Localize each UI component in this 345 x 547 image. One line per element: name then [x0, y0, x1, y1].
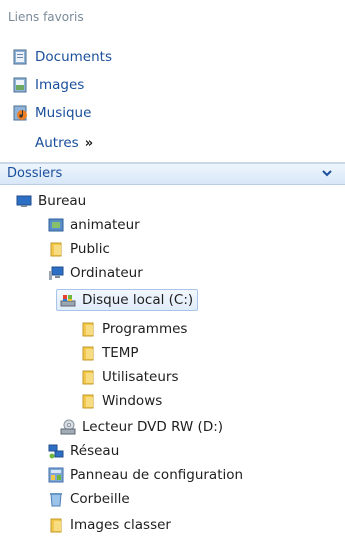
tree-item-label: Réseau	[70, 443, 120, 459]
documents-icon	[13, 49, 27, 65]
tree-item-label: Ordinateur	[70, 265, 143, 281]
tree-item-control-panel[interactable]: Panneau de configuration	[48, 464, 243, 486]
tree-item-label: TEMP	[102, 345, 139, 361]
tree-item-bureau[interactable]: Bureau	[16, 190, 86, 212]
favorite-images[interactable]: Images	[12, 74, 84, 96]
tree-item-corbeille[interactable]: Corbeille	[48, 488, 130, 510]
folder-icon	[82, 322, 94, 337]
tree-item-label: Lecteur DVD RW (D:)	[82, 419, 224, 435]
folder-icon	[82, 346, 94, 361]
desktop-icon	[16, 195, 32, 207]
local-disk-icon	[60, 295, 76, 307]
tree-item-animateur[interactable]: animateur	[48, 214, 140, 236]
tree-item-label: Panneau de configuration	[70, 467, 244, 483]
tree-item-images-classer[interactable]: Images classer	[48, 514, 171, 536]
favorite-label: Musique	[35, 105, 92, 121]
folder-icon	[50, 242, 62, 257]
tree-item-label: Bureau	[38, 193, 87, 209]
chevron-down-icon[interactable]	[321, 167, 333, 179]
folders-header-label: Dossiers	[7, 166, 63, 181]
favorite-label: Images	[35, 77, 85, 93]
tree-item-public[interactable]: Public	[48, 238, 110, 260]
more-label: Autres	[35, 135, 79, 151]
images-icon	[13, 77, 27, 93]
user-folder-icon	[48, 218, 64, 232]
dvd-drive-icon	[60, 419, 76, 435]
favorite-documents[interactable]: Documents	[12, 46, 112, 68]
folder-icon	[82, 394, 94, 409]
favorites-more-link[interactable]: Autres »	[35, 133, 93, 153]
tree-item-label: Images classer	[70, 517, 171, 533]
tree-item-label: Windows	[102, 393, 163, 409]
folder-icon	[82, 370, 94, 385]
folders-header-bar[interactable]: Dossiers	[0, 163, 345, 185]
tree-item-ordinateur[interactable]: Ordinateur	[48, 262, 143, 284]
tree-item-temp[interactable]: TEMP	[80, 342, 139, 364]
recycle-bin-icon	[50, 493, 62, 507]
tree-item-local-disk[interactable]: Disque local (C:)	[56, 289, 199, 311]
tree-item-label: Public	[70, 241, 110, 257]
control-panel-icon	[48, 467, 64, 483]
favorite-music[interactable]: Musique	[12, 102, 91, 124]
tree-item-windows[interactable]: Windows	[80, 390, 162, 412]
tree-item-label: animateur	[70, 217, 140, 233]
folder-icon	[50, 518, 62, 533]
tree-item-label: Programmes	[102, 321, 188, 337]
tree-item-label: Utilisateurs	[102, 369, 179, 385]
tree-item-label: Disque local (C:)	[82, 292, 194, 308]
tree-item-programmes[interactable]: Programmes	[80, 318, 187, 340]
double-chevron-right-icon: »	[84, 135, 94, 151]
tree-item-utilisateurs[interactable]: Utilisateurs	[80, 366, 178, 388]
tree-item-dvd-drive[interactable]: Lecteur DVD RW (D:)	[60, 416, 223, 438]
tree-item-reseau[interactable]: Réseau	[48, 440, 119, 462]
tree-item-label: Corbeille	[70, 491, 130, 507]
favorite-label: Documents	[35, 49, 112, 65]
favorites-header: Liens favoris	[8, 10, 84, 24]
network-icon	[48, 444, 64, 459]
computer-icon	[49, 266, 64, 280]
music-icon	[13, 105, 27, 121]
